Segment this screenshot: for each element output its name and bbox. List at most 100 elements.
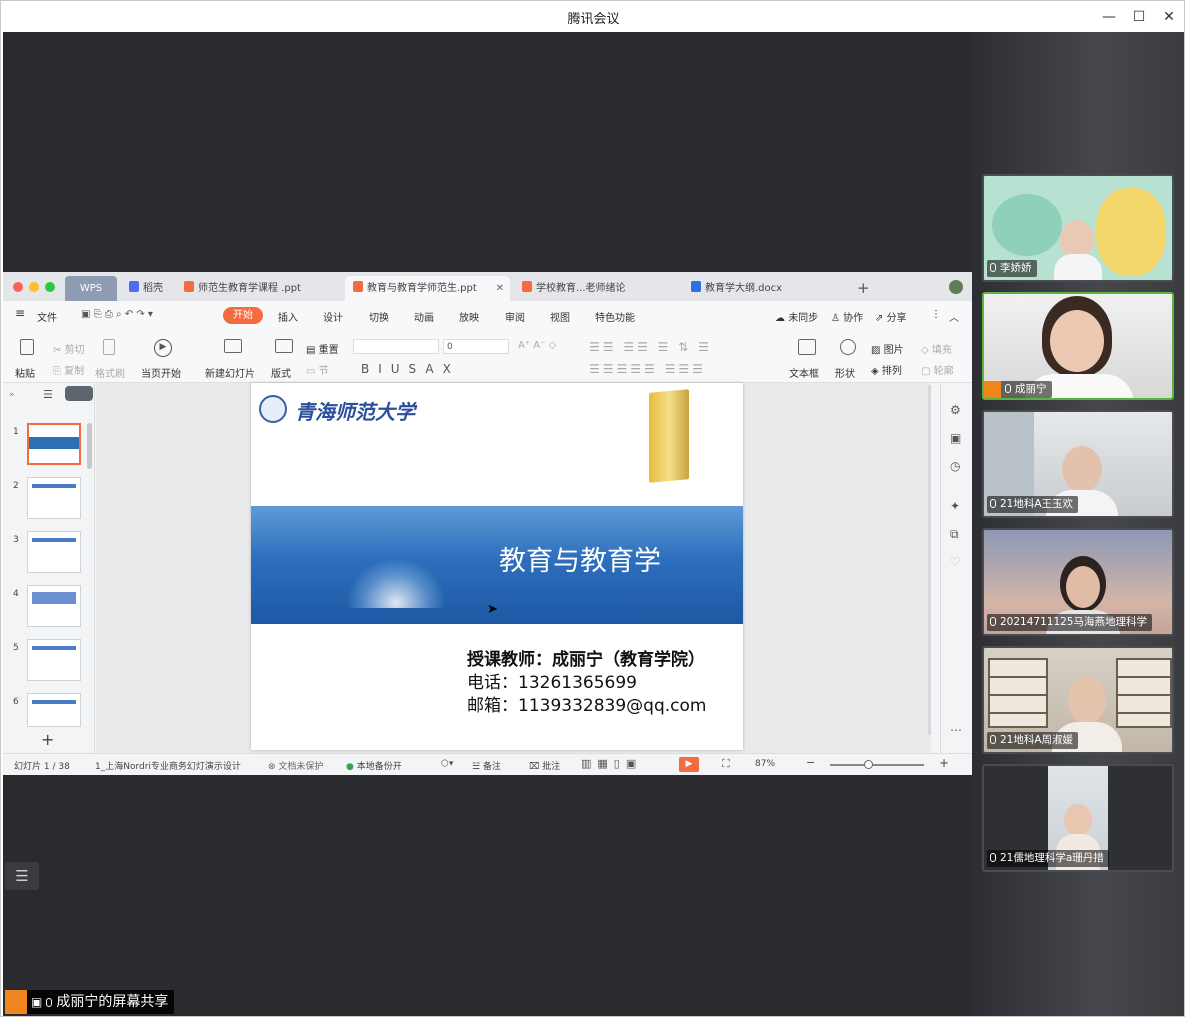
- history-icon[interactable]: ◷: [950, 459, 960, 473]
- participant-tile-active-speaker[interactable]: 成丽宁: [982, 292, 1174, 400]
- tencent-meeting-window: { "app": {"title": "腾讯会议"}, "window_cont…: [0, 0, 1185, 1017]
- play-slideshow-button[interactable]: ▶: [679, 757, 699, 772]
- zoom-level[interactable]: 87%: [755, 759, 775, 769]
- new-slide-button[interactable]: 新建幻灯片: [205, 365, 255, 380]
- arrange-button[interactable]: ◈ 排列: [871, 362, 902, 377]
- slide-thumbnail-1[interactable]: [27, 423, 81, 465]
- slide-thumbnail-5[interactable]: [27, 639, 81, 681]
- quick-access-icons[interactable]: ▣ ⎘ ⎙ ⌕ ↶ ↷ ▾: [81, 309, 153, 320]
- slide-thumbnail-2[interactable]: [27, 477, 81, 519]
- menu-special[interactable]: 特色功能: [595, 309, 635, 324]
- list-icons[interactable]: ☰☰ ☰☰ ☰ ⇅ ☰: [589, 340, 712, 354]
- thumbnail-view-toggle[interactable]: [65, 386, 93, 401]
- slide-thumbnail-6[interactable]: [27, 693, 81, 727]
- tab-docer[interactable]: 稻壳: [121, 276, 173, 301]
- menu-review[interactable]: 审阅: [505, 309, 525, 324]
- layout-button[interactable]: 版式: [271, 365, 291, 380]
- paste-button[interactable]: 粘贴: [15, 365, 35, 380]
- font-family-select[interactable]: [353, 339, 439, 354]
- sync-status[interactable]: ☁ 未同步: [775, 309, 818, 324]
- picture-button[interactable]: ▨ 图片: [871, 341, 904, 356]
- ppt-file-icon: [522, 281, 532, 292]
- close-tab-icon[interactable]: ✕: [496, 276, 504, 301]
- align-icons[interactable]: ☰☰☰☰☰ ☰☰☰: [589, 362, 706, 376]
- zoom-out-icon[interactable]: −: [806, 756, 815, 769]
- paste-icon[interactable]: [20, 339, 34, 355]
- thumbnail-scrollbar[interactable]: [87, 423, 92, 469]
- play-from-current-button[interactable]: 当页开始: [141, 365, 181, 380]
- backup-status[interactable]: ● 本地备份开: [346, 759, 402, 772]
- fit-window-icon[interactable]: ⛶: [722, 757, 730, 771]
- participant-tile[interactable]: 21儒地理科学a珊丹措: [982, 764, 1174, 872]
- reset-button[interactable]: ▤ 重置: [306, 341, 339, 356]
- collapse-ribbon-icon[interactable]: ︿: [949, 309, 959, 324]
- text-format-icons[interactable]: BIUSAX: [361, 362, 460, 376]
- more-icon[interactable]: ⋮: [931, 309, 941, 320]
- user-avatar[interactable]: [949, 280, 963, 294]
- list-menu-icon[interactable]: ☰: [5, 862, 39, 890]
- gift-icon[interactable]: ♡: [950, 555, 961, 569]
- add-slide-button[interactable]: +: [41, 730, 54, 749]
- new-tab-button[interactable]: +: [849, 276, 870, 301]
- slide-thumbnail-3[interactable]: [27, 531, 81, 573]
- cut-button[interactable]: ✂ 剪切: [53, 341, 85, 356]
- menu-slideshow[interactable]: 放映: [459, 309, 479, 324]
- participant-name: 20214711125马海燕地理科学: [1000, 616, 1147, 628]
- shape-button[interactable]: 形状: [835, 365, 855, 380]
- collaborate-button[interactable]: ♙ 协作: [831, 309, 863, 324]
- mac-zoom-dot[interactable]: [45, 282, 55, 292]
- tab-ppt-school[interactable]: 学校教育...老师绪论: [514, 276, 679, 301]
- font-size-select[interactable]: 0: [443, 339, 509, 354]
- copy-button[interactable]: ⎘ 复制: [53, 362, 84, 377]
- participant-tile[interactable]: 21地科A王玉欢: [982, 410, 1174, 518]
- adjust-icon[interactable]: ⚙: [950, 403, 961, 417]
- current-slide[interactable]: 青海师范大学 教育与教育学 授课教师：成丽宁（教育学院） 电话：13261365…: [251, 383, 743, 750]
- tab-ppt-course[interactable]: 师范生教育学课程 .ppt: [176, 276, 341, 301]
- format-painter-button[interactable]: 格式刷: [95, 365, 125, 380]
- comment-button[interactable]: ⌧ 批注: [529, 759, 560, 772]
- outline-button[interactable]: ▢ 轮廓: [921, 362, 954, 377]
- share-button[interactable]: ⇗ 分享: [875, 309, 907, 324]
- textbox-button[interactable]: 文本框: [789, 365, 819, 380]
- maximize-button[interactable]: ☐: [1129, 7, 1149, 27]
- outline-view-icon[interactable]: ☰: [43, 388, 53, 401]
- view-mode-icons[interactable]: ▥▦▯▣: [581, 757, 642, 770]
- tab-ppt-active[interactable]: 教育与教育学师范生.ppt ✕: [345, 276, 510, 301]
- slide-thumbnail-4[interactable]: [27, 585, 81, 627]
- tab-wps-home[interactable]: WPS: [65, 276, 117, 301]
- menu-animation[interactable]: 动画: [414, 309, 434, 324]
- expand-panel-icon[interactable]: »: [9, 390, 15, 400]
- zoom-slider[interactable]: [830, 760, 924, 769]
- participant-tile[interactable]: 20214711125马海燕地理科学: [982, 528, 1174, 636]
- menu-bar: ≡ 文件 ▣ ⎘ ⎙ ⌕ ↶ ↷ ▾ 开始 插入 设计 切换 动画 放映 审阅 …: [3, 301, 972, 331]
- participant-tile[interactable]: 21地科A周淑媛: [982, 646, 1174, 754]
- canvas-scrollbar[interactable]: [928, 385, 931, 735]
- mac-minimize-dot[interactable]: [29, 282, 39, 292]
- zoom-in-icon[interactable]: +: [939, 756, 949, 770]
- menu-view[interactable]: 视图: [550, 309, 570, 324]
- mac-close-dot[interactable]: [13, 282, 23, 292]
- menu-insert[interactable]: 插入: [278, 309, 298, 324]
- menu-home-active[interactable]: 开始: [223, 307, 263, 324]
- section-button[interactable]: ▭ 节: [306, 362, 329, 377]
- hamburger-icon[interactable]: ≡: [15, 306, 25, 320]
- menu-design[interactable]: 设计: [323, 309, 343, 324]
- scissors-icon: ✂: [53, 345, 65, 356]
- menu-transition[interactable]: 切换: [369, 309, 389, 324]
- arrange-icon: ◈: [871, 366, 882, 377]
- more-dots-icon[interactable]: ⋯: [950, 723, 962, 737]
- fill-button[interactable]: ◇ 填充: [921, 341, 952, 356]
- beautify-icon[interactable]: ▣: [950, 431, 961, 445]
- font-size-adjust-icons[interactable]: A⁺ A⁻ ◇: [518, 340, 556, 351]
- smart-icon[interactable]: ⬡▾: [441, 759, 453, 769]
- close-button[interactable]: ✕: [1159, 7, 1179, 27]
- protection-status[interactable]: ⊗ 文档未保护: [268, 759, 323, 772]
- pin-icon[interactable]: ✦: [950, 499, 960, 513]
- copy-frame-icon[interactable]: ⧉: [950, 527, 959, 542]
- menu-file[interactable]: 文件: [37, 309, 57, 324]
- notes-button[interactable]: ☱ 备注: [472, 759, 501, 772]
- participant-tile[interactable]: 李娇娇: [982, 174, 1174, 282]
- minimize-button[interactable]: —: [1099, 7, 1119, 27]
- tab-docx-outline[interactable]: 教育学大纲.docx: [683, 276, 823, 301]
- zoom-slider-thumb[interactable]: [864, 760, 873, 769]
